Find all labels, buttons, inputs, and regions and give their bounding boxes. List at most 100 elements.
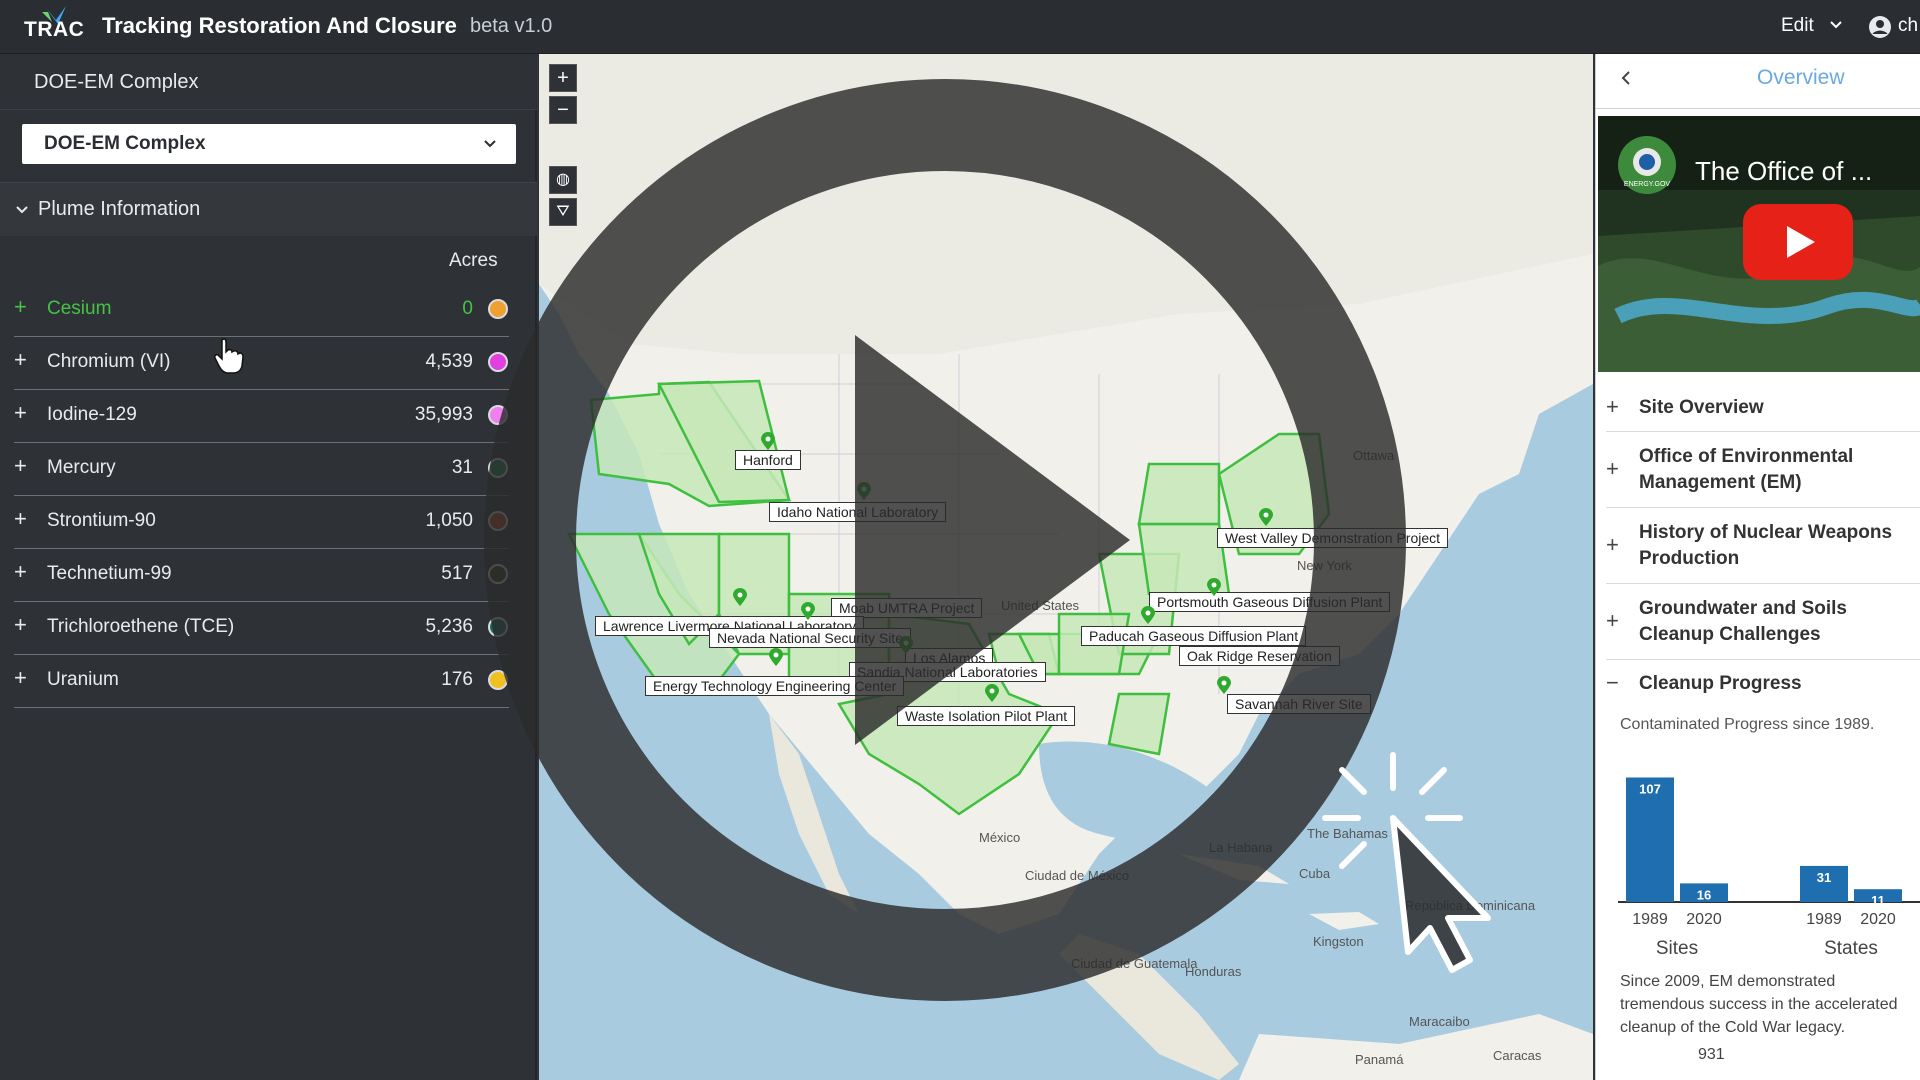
section-label: Groundwater and Soils Cleanup Challenges [1639,598,1847,645]
expand-icon[interactable]: + [14,402,27,424]
contaminant-acres: 5,236 [425,616,473,637]
zoom-in-button[interactable]: + [549,64,577,92]
color-swatch-toggle[interactable] [488,511,508,531]
contaminant-row[interactable]: + Uranium 176 [0,655,537,708]
expand-icon[interactable]: + [14,614,27,636]
chart-data-label: 107 [1639,781,1661,796]
contaminant-list: + Cesium 0 + Chromium (VI) 4,539 + Iodine-129 35… [0,284,537,708]
place-caracas: Caracas [1493,1048,1542,1063]
map-pin-icon[interactable] [801,602,815,620]
map-pin-icon[interactable] [899,636,913,654]
hand-pointer-icon [214,338,244,374]
section-label: Site Overview [1639,397,1764,418]
place-bahamas: The Bahamas [1307,826,1388,841]
plume-information-title: Plume Information [38,198,201,220]
map-view[interactable]: + − ◍ ⛛ Ottawa New York United States Mé… [539,54,1593,1080]
chart-tick-label: 1989 [1632,911,1668,928]
contaminant-name: Cesium [47,298,112,319]
section-groundwater[interactable]: + Groundwater and Soils Cleanup Challeng… [1606,584,1920,660]
place-mexico: México [979,830,1021,845]
place-panama: Panamá [1355,1052,1404,1067]
contaminant-row[interactable]: + Cesium 0 [0,284,537,337]
contaminant-row[interactable]: + Chromium (VI) 4,539 [0,337,537,390]
section-history-nuclear[interactable]: + History of Nuclear Weapons Production [1606,508,1920,584]
map-pin-icon[interactable] [985,684,999,702]
youtube-play-icon[interactable] [1743,204,1853,280]
contaminant-acres: 1,050 [425,510,473,531]
color-swatch-toggle[interactable] [488,564,508,584]
chevron-down-icon [16,206,28,214]
user-name[interactable]: ch [1898,15,1918,37]
contaminant-row[interactable]: + Strontium-90 1,050 [0,496,537,549]
video-title: The Office of ... [1695,156,1873,186]
site-label-nevada[interactable]: Nevada National Security Site [709,628,911,648]
site-label-paducah[interactable]: Paducah Gaseous Diffusion Plant [1081,626,1307,646]
place-republica: República Dominicana [1405,898,1536,913]
cleanup-count: 931 [1698,1046,1725,1063]
color-swatch-toggle[interactable] [488,458,508,478]
svg-text:ENERGY.GOV: ENERGY.GOV [1624,181,1670,188]
edit-menu-button[interactable]: Edit [1781,15,1814,37]
section-office-em[interactable]: + Office of Environmental Management (EM… [1606,432,1920,508]
cleanup-progress-chart: 107 1989 16 2020 Sites 31 1989 11 2020 States [1618,777,1920,959]
site-label-portsmouth[interactable]: Portsmouth Gaseous Diffusion Plant [1149,592,1391,612]
color-swatch-toggle[interactable] [488,670,508,690]
color-swatch-toggle[interactable] [488,352,508,372]
left-panel-header: DOE-EM Complex [0,54,537,110]
chart-group-label: States [1824,938,1878,959]
map-pin-icon[interactable] [1141,606,1155,624]
site-label-moab[interactable]: Moab UMTRA Project [831,598,983,618]
globe-icon[interactable]: ◍ [549,166,577,194]
zoom-out-button[interactable]: − [549,96,577,124]
video-thumbnail[interactable]: ENERGY.GOV The Office of ... [1598,116,1920,372]
chart-data-label: 31 [1817,870,1831,885]
expand-icon[interactable]: + [14,455,27,477]
site-label-idaho[interactable]: Idaho National Laboratory [769,502,947,522]
site-label-oak-ridge[interactable]: Oak Ridge Reservation [1179,646,1340,666]
user-account-icon[interactable] [1868,15,1892,39]
plume-information-toggle[interactable]: Plume Information [0,182,537,236]
site-label-etec[interactable]: Energy Technology Engineering Center [645,676,905,696]
contaminant-row[interactable]: + Technetium-99 517 [0,549,537,602]
complex-select[interactable]: DOE-EM Complex [22,124,516,164]
cleanup-description: Since 2009, EM demonstrated tremendous s… [1620,973,1898,1036]
site-label-wipp[interactable]: Waste Isolation Pilot Plant [897,706,1076,726]
map-pin-icon[interactable] [1259,508,1273,526]
road-icon[interactable]: ⛛ [549,198,577,226]
contaminant-row[interactable]: + Trichloroethene (TCE) 5,236 [0,602,537,655]
contaminant-acres: 35,993 [414,404,473,425]
chevron-down-icon[interactable] [1828,17,1844,33]
contaminant-row[interactable]: + Iodine-129 35,993 [0,390,537,443]
map-pin-icon[interactable] [733,588,747,606]
place-kingston: Kingston [1313,934,1364,949]
expand-icon[interactable]: + [14,349,27,371]
color-swatch-toggle[interactable] [488,405,508,425]
site-label-hanford[interactable]: Hanford [735,450,801,470]
site-label-savannah[interactable]: Savannah River Site [1227,694,1371,714]
contaminant-name: Iodine-129 [47,404,137,425]
contaminant-acres: 517 [441,563,473,584]
logo-text: TRAC [24,18,85,41]
chevron-left-icon[interactable] [1618,68,1634,88]
expand-icon[interactable]: + [14,296,27,318]
cleanup-subtitle: Contaminated Progress since 1989. [1620,716,1875,733]
chart-group-label: Sites [1656,938,1698,959]
place-honduras: Honduras [1185,964,1242,979]
contaminant-row[interactable]: + Mercury 31 [0,443,537,496]
map-pin-icon[interactable] [1207,578,1221,596]
section-cleanup-progress[interactable]: − Cleanup Progress [1606,660,1920,708]
contaminant-name: Mercury [47,457,116,478]
expand-icon: + [1606,532,1619,557]
expand-icon[interactable]: + [14,508,27,530]
map-pin-icon[interactable] [1217,676,1231,694]
site-label-west-valley[interactable]: West Valley Demonstration Project [1217,528,1449,548]
color-swatch-toggle[interactable] [488,299,508,319]
map-pin-icon[interactable] [761,432,775,450]
map-pin-icon[interactable] [769,648,783,666]
expand-icon[interactable]: + [14,667,27,689]
contaminant-name: Technetium-99 [47,563,172,584]
expand-icon[interactable]: + [14,561,27,583]
section-site-overview[interactable]: + Site Overview [1606,384,1920,432]
color-swatch-toggle[interactable] [488,617,508,637]
map-pin-icon[interactable] [857,482,871,500]
